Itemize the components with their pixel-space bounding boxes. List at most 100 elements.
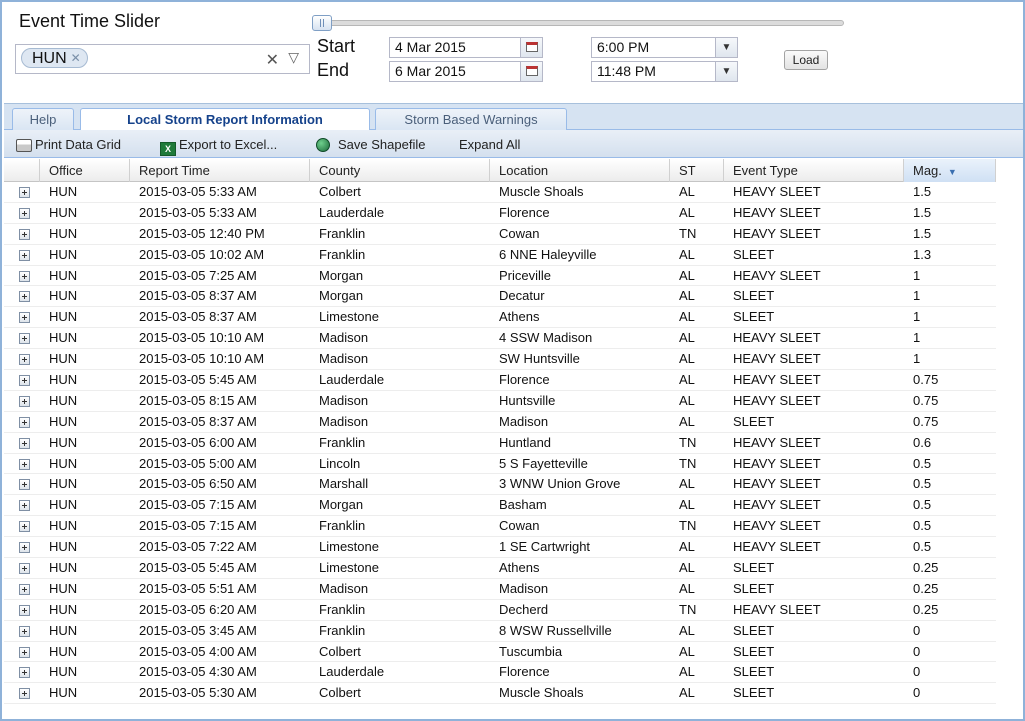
expand-row-icon[interactable] (19, 583, 30, 595)
office-cell: HUN (49, 204, 78, 220)
expand-row-icon[interactable] (19, 333, 30, 345)
expand-all-button[interactable]: Expand All (459, 137, 520, 152)
end-date-field[interactable]: 6 Mar 2015 (389, 61, 543, 82)
remove-tag-icon[interactable]: ✕ (71, 49, 81, 68)
end-time-select[interactable]: 11:48 PM ▼ (591, 61, 738, 82)
column-header-event-type[interactable]: Event Type (724, 159, 904, 182)
chevron-down-icon[interactable]: ▼ (715, 38, 737, 57)
county-cell: Marshall (319, 476, 369, 492)
table-row[interactable]: HUN 2015-03-05 7:25 AM Morgan Priceville AL H… (4, 266, 996, 287)
expand-row-icon[interactable] (19, 479, 30, 491)
column-header-office[interactable]: Office (40, 159, 130, 182)
table-row[interactable]: HUN 2015-03-05 6:50 AM Marshall 3 WNW Union… (4, 474, 996, 496)
expand-row-icon[interactable] (19, 646, 30, 658)
expand-row-icon[interactable] (19, 500, 30, 512)
start-time-select[interactable]: 6:00 PM ▼ (591, 37, 738, 58)
location-cell: Decatur (499, 288, 545, 304)
table-row[interactable]: HUN 2015-03-05 8:15 AM Madison Huntsville AL… (4, 391, 996, 412)
column-header-location[interactable]: Location (490, 159, 670, 182)
county-cell: Franklin (319, 246, 366, 262)
tab-local-storm-report[interactable]: Local Storm Report Information (80, 108, 370, 132)
expand-row-icon[interactable] (19, 688, 30, 700)
table-row[interactable]: HUN 2015-03-05 8:37 AM Limestone Athens AL SL… (4, 307, 996, 329)
time-slider-track[interactable] (312, 20, 844, 26)
column-header-state[interactable]: ST (670, 159, 724, 182)
expand-row-icon[interactable] (19, 542, 30, 554)
office-cell: HUN (49, 351, 78, 367)
expand-row-icon[interactable] (19, 395, 30, 407)
table-row[interactable]: HUN 2015-03-05 6:20 AM Franklin Decherd TN HE… (4, 600, 996, 621)
table-row[interactable]: HUN 2015-03-05 5:30 AM Colbert Muscle Shoal… (4, 683, 996, 705)
expand-row-icon[interactable] (19, 625, 30, 637)
table-row[interactable]: HUN 2015-03-05 8:37 AM Madison Madison AL SLE… (4, 412, 996, 433)
clear-icon[interactable]: ✕ (266, 50, 279, 70)
calendar-icon[interactable] (520, 62, 542, 81)
expand-row-icon[interactable] (19, 416, 30, 428)
table-row[interactable]: HUN 2015-03-05 10:10 AM Madison SW Huntsvil… (4, 349, 996, 371)
expand-row-icon[interactable] (19, 437, 30, 449)
expand-row-icon[interactable] (19, 270, 30, 282)
expand-row-icon[interactable] (19, 458, 30, 470)
table-row[interactable]: HUN 2015-03-05 6:00 AM Franklin Huntland TN H… (4, 433, 996, 454)
expand-row-icon[interactable] (19, 354, 30, 366)
expand-row-icon[interactable] (19, 187, 30, 198)
expand-row-icon[interactable] (19, 228, 30, 240)
event-type-cell: HEAVY SLEET (733, 184, 821, 199)
load-button[interactable]: Load (784, 50, 828, 70)
magnitude-cell: 0.75 (913, 413, 939, 429)
table-row[interactable]: HUN 2015-03-05 4:00 AM Colbert Tuscumbia AL S… (4, 642, 996, 663)
table-row[interactable]: HUN 2015-03-05 7:15 AM Franklin Cowan TN HEAV… (4, 516, 996, 538)
expand-row-icon[interactable] (19, 375, 30, 387)
expand-row-icon[interactable] (19, 291, 30, 303)
table-row[interactable]: HUN 2015-03-05 8:37 AM Morgan Decatur AL SLEE… (4, 286, 996, 308)
expand-row-icon[interactable] (19, 207, 30, 219)
table-row[interactable]: HUN 2015-03-05 4:30 AM Lauderdale Florence A… (4, 662, 996, 684)
location-cell: 8 WSW Russellville (499, 622, 612, 638)
expand-row-icon[interactable] (19, 667, 30, 679)
table-row[interactable]: HUN 2015-03-05 7:22 AM Limestone 1 SE Cartw… (4, 537, 996, 559)
expand-row-icon[interactable] (19, 249, 30, 261)
county-cell: Limestone (319, 309, 379, 325)
office-tag-field[interactable]: HUN ✕ ✕ ▽ (15, 44, 310, 74)
save-shapefile-button[interactable]: Save Shapefile (316, 137, 425, 152)
chevron-down-icon[interactable]: ▼ (715, 62, 737, 81)
time-slider-handle[interactable] (312, 15, 332, 31)
expand-row-icon[interactable] (19, 563, 30, 575)
state-cell: TN (679, 434, 697, 450)
location-cell: Athens (499, 309, 540, 325)
start-date-field[interactable]: 4 Mar 2015 (389, 37, 543, 58)
table-row[interactable]: HUN 2015-03-05 5:45 AM Limestone Athens AL SL… (4, 558, 996, 579)
office-tag-label: HUN (32, 50, 67, 67)
print-data-grid-button[interactable]: Print Data Grid (16, 137, 121, 152)
tab-storm-based-warnings[interactable]: Storm Based Warnings (375, 108, 567, 131)
table-row[interactable]: HUN 2015-03-05 10:02 AM Franklin 6 NNE Hale… (4, 245, 996, 266)
table-row[interactable]: HUN 2015-03-05 5:33 AM Lauderdale Florence A… (4, 203, 996, 224)
dropdown-triangle-icon[interactable]: ▽ (288, 49, 299, 66)
report-time-cell: 2015-03-05 10:10 AM (139, 351, 265, 367)
table-row[interactable]: HUN 2015-03-05 5:45 AM Lauderdale Florence A… (4, 370, 996, 391)
table-row[interactable]: HUN 2015-03-05 5:33 AM Colbert Muscle Shoal… (4, 182, 996, 203)
event-time-panel: Event Time Slider HUN ✕ ✕ ▽ Start End 4 … (4, 4, 1023, 102)
tab-help[interactable]: Help (12, 108, 74, 131)
table-row[interactable]: HUN 2015-03-05 5:00 AM Lincoln 5 S Fayettev… (4, 454, 996, 475)
table-row[interactable]: HUN 2015-03-05 12:40 PM Franklin Cowan TN HEA… (4, 224, 996, 245)
event-type-cell: SLEET (733, 685, 775, 701)
office-tag[interactable]: HUN ✕ (21, 48, 88, 68)
calendar-icon[interactable] (520, 38, 542, 57)
table-row[interactable]: HUN 2015-03-05 5:51 AM Madison Madison AL SLE… (4, 579, 996, 600)
column-header-county[interactable]: County (310, 159, 490, 182)
column-header-report-time[interactable]: Report Time (130, 159, 310, 182)
column-header-magnitude[interactable]: Mag. ▼ (904, 159, 996, 182)
expand-row-icon[interactable] (19, 312, 30, 324)
table-row[interactable]: HUN 2015-03-05 3:45 AM Franklin 8 WSW Russe… (4, 621, 996, 642)
export-excel-button[interactable]: X Export to Excel... (160, 137, 277, 156)
event-type-cell: HEAVY SLEET (733, 476, 821, 492)
expand-row-icon[interactable] (19, 521, 30, 533)
office-cell: HUN (49, 267, 78, 283)
expand-row-icon[interactable] (19, 604, 30, 616)
report-time-cell: 2015-03-05 5:51 AM (139, 580, 257, 596)
table-row[interactable]: HUN 2015-03-05 10:10 AM Madison 4 SSW Madis… (4, 328, 996, 350)
table-row[interactable]: HUN 2015-03-05 7:15 AM Morgan Basham AL HEAVY… (4, 495, 996, 517)
location-cell: Florence (499, 204, 550, 220)
globe-icon (316, 138, 330, 152)
